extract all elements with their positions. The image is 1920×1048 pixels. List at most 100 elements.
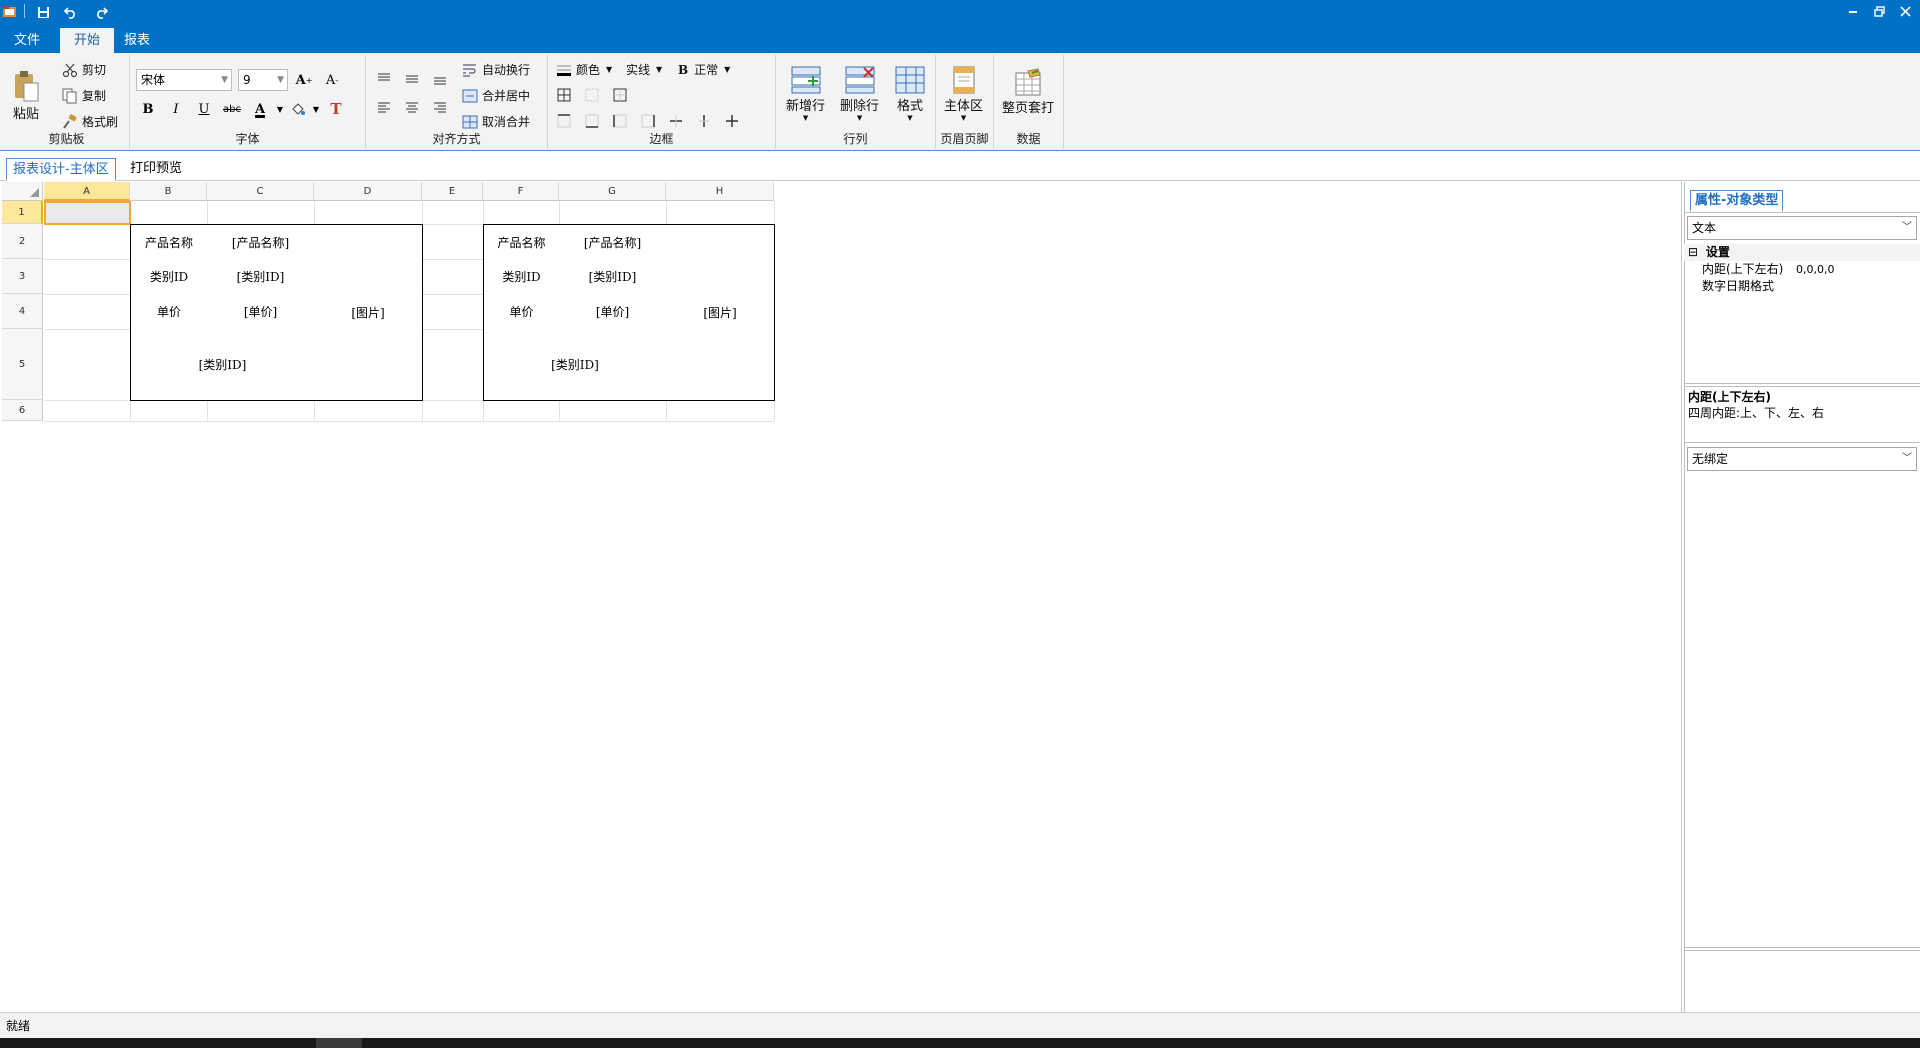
chevron-down-icon[interactable]: ▼ [306, 99, 326, 119]
tab-report[interactable]: 报表 [110, 28, 164, 53]
align-right-icon[interactable] [430, 97, 450, 117]
align-top-icon[interactable] [374, 69, 394, 89]
cell-f5-merged[interactable]: [类别ID] [483, 329, 667, 401]
column-header-a[interactable]: A [44, 182, 130, 201]
format-button[interactable]: 格式 ▼ [894, 65, 926, 122]
delete-row-label: 删除行 [840, 99, 880, 114]
add-row-button[interactable]: 新增行 ▼ [786, 65, 825, 122]
tab-print-preview[interactable]: 打印预览 [124, 158, 188, 181]
cell-c3[interactable]: [类别ID] [207, 259, 315, 295]
cell-b3[interactable]: 类别ID [130, 259, 208, 295]
cell-f2[interactable]: 产品名称 [483, 224, 560, 260]
border-color-button[interactable]: 颜色 ▼ [556, 61, 612, 78]
align-middle-icon[interactable] [402, 69, 422, 89]
cell-g2[interactable]: [产品名称] [559, 224, 667, 260]
cell-g4[interactable]: [单价] [559, 294, 667, 330]
all-borders-icon[interactable] [554, 85, 574, 105]
selected-cell-a1[interactable] [44, 201, 131, 225]
italic-button[interactable]: I [166, 99, 186, 119]
binding-select[interactable]: 无绑定 ﹀ [1687, 447, 1917, 471]
prop-value[interactable]: 0,0,0,0 [1796, 261, 1834, 278]
column-header-c[interactable]: C [207, 182, 314, 201]
save-icon[interactable] [34, 3, 52, 21]
underline-button[interactable]: U [194, 99, 214, 119]
wrap-text-button[interactable]: 自动换行 [462, 61, 530, 78]
fill-color-icon[interactable] [288, 99, 308, 119]
report-grid[interactable]: A B C D E F G H 1 2 3 4 5 6 产品名称 [产品名称] … [2, 182, 1682, 1012]
shrink-font-icon[interactable]: A- [322, 70, 342, 90]
right-border-icon[interactable] [638, 111, 658, 131]
border-weight-button[interactable]: B 正常 ▼ [678, 61, 730, 78]
left-border-icon[interactable] [610, 111, 630, 131]
column-header-b[interactable]: B [130, 182, 207, 201]
font-size-select[interactable]: 9 ▼ [238, 69, 288, 91]
strikethrough-button[interactable]: abc [222, 99, 242, 119]
font-name-select[interactable]: 宋体 ▼ [136, 69, 232, 91]
alignment-group-label: 对齐方式 [432, 132, 481, 146]
align-left-icon[interactable] [374, 97, 394, 117]
cut-button[interactable]: 剪切 [62, 61, 106, 78]
format-painter-label: 格式刷 [82, 115, 119, 129]
copy-button[interactable]: 复制 [62, 87, 106, 104]
select-all-corner[interactable] [2, 182, 43, 201]
row-header-6[interactable]: 6 [2, 400, 43, 421]
tab-report-design[interactable]: 报表设计-主体区 [6, 158, 116, 181]
top-border-icon[interactable] [554, 111, 574, 131]
row-header-4[interactable]: 4 [2, 294, 43, 329]
inner-borders-icon[interactable] [722, 111, 742, 131]
bold-button[interactable]: B [138, 99, 158, 119]
cell-b5-merged[interactable]: [类别ID] [130, 329, 315, 401]
cell-b4[interactable]: 单价 [130, 294, 208, 330]
border-style-button[interactable]: 实线 ▼ [626, 61, 662, 78]
align-center-icon[interactable] [402, 97, 422, 117]
main-area-button[interactable]: 主体区 ▼ [944, 65, 983, 122]
column-header-d[interactable]: D [314, 182, 422, 201]
column-header-h[interactable]: H [666, 182, 774, 201]
row-header-2[interactable]: 2 [2, 224, 43, 259]
cell-f4[interactable]: 单价 [483, 294, 560, 330]
table-print-icon [1015, 68, 1041, 96]
row-header-1[interactable]: 1 [2, 201, 43, 224]
full-page-print-button[interactable]: 整页套打 [1002, 67, 1054, 116]
cell-c2[interactable]: [产品名称] [207, 224, 315, 260]
paste-button[interactable]: 粘贴 [12, 69, 40, 122]
vertical-inner-border-icon[interactable] [694, 111, 714, 131]
row-header-3[interactable]: 3 [2, 259, 43, 294]
prop-row-padding[interactable]: 内距(上下左右) 0,0,0,0 [1684, 261, 1920, 278]
close-icon[interactable] [1890, 0, 1920, 22]
cell-c4[interactable]: [单价] [207, 294, 315, 330]
chevron-down-icon[interactable]: ▼ [270, 99, 290, 119]
redo-icon[interactable] [92, 3, 110, 21]
prop-row-date-format[interactable]: 数字日期格式 [1684, 278, 1920, 295]
tab-home[interactable]: 开始 [60, 28, 115, 53]
column-header-f[interactable]: F [483, 182, 559, 201]
clear-format-button[interactable]: T [326, 99, 346, 119]
column-header-e[interactable]: E [422, 182, 483, 201]
font-color-button[interactable]: A [250, 99, 270, 119]
format-painter-button[interactable]: 格式刷 [62, 113, 118, 130]
cell-b2[interactable]: 产品名称 [130, 224, 208, 260]
delete-row-button[interactable]: 删除行 ▼ [840, 65, 879, 122]
border-color-label: 颜色 [576, 63, 601, 77]
object-type-select[interactable]: 文本 ﹀ [1687, 216, 1917, 240]
cell-d-image[interactable]: [图片] [314, 224, 423, 401]
tab-properties[interactable]: 属性-对象类型 [1690, 190, 1784, 212]
horizontal-inner-border-icon[interactable] [666, 111, 686, 131]
tab-file[interactable]: 文件 [0, 28, 54, 53]
no-border-icon[interactable] [582, 85, 602, 105]
unmerge-button[interactable]: 取消合并 [462, 113, 530, 130]
cell-h-image[interactable]: [图片] [666, 224, 775, 401]
column-header-g[interactable]: G [559, 182, 666, 201]
cell-g3[interactable]: [类别ID] [559, 259, 667, 295]
grow-font-icon[interactable]: A + [294, 70, 314, 90]
cell-f3[interactable]: 类别ID [483, 259, 560, 295]
undo-icon[interactable] [62, 3, 80, 21]
row-header-5[interactable]: 5 [2, 329, 43, 400]
collapse-icon[interactable]: ⊟ [1688, 245, 1698, 259]
bottom-border-icon[interactable] [582, 111, 602, 131]
outside-border-icon[interactable] [610, 85, 630, 105]
prop-section-settings[interactable]: ⊟ 设置 [1684, 244, 1920, 261]
align-bottom-icon[interactable] [430, 69, 450, 89]
merge-center-button[interactable]: 合并居中 [462, 87, 530, 104]
title-bar [0, 0, 1920, 24]
